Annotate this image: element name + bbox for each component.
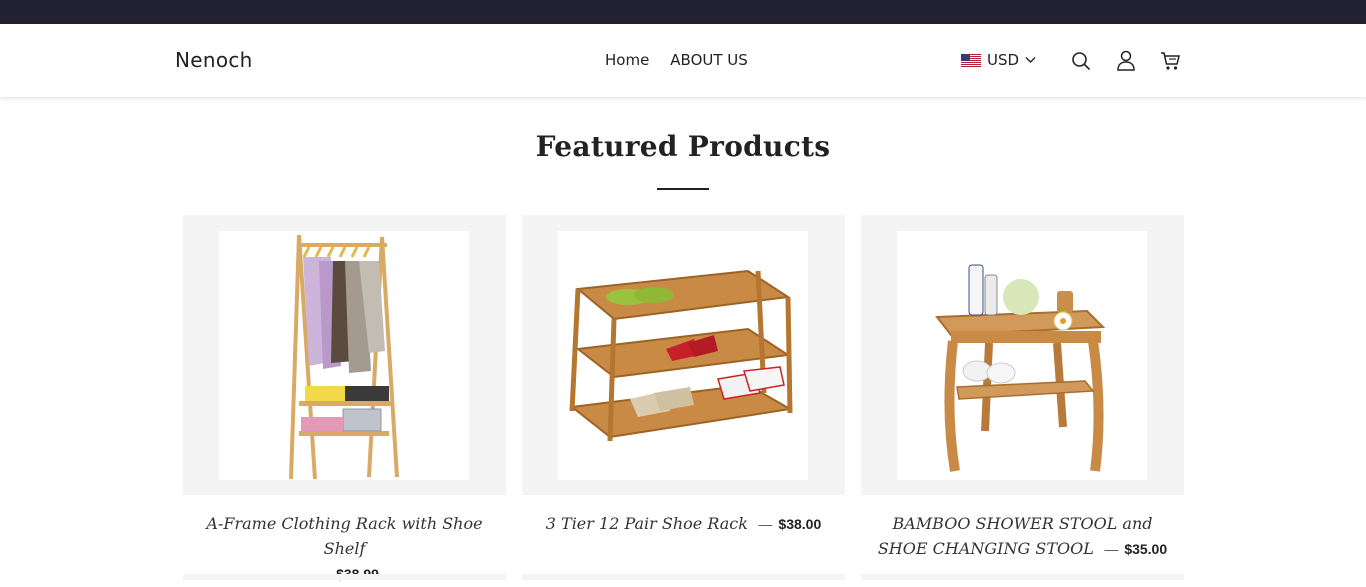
currency-selector[interactable]: USD — [961, 51, 1036, 69]
product-price: $38.00 — [778, 516, 822, 532]
product-card-partial[interactable] — [183, 574, 506, 580]
section-title: Featured Products — [535, 130, 831, 163]
product-price: $35.00 — [1124, 541, 1168, 557]
nav-about-us[interactable]: ABOUT US — [670, 51, 748, 69]
product-card[interactable]: 3 Tier 12 Pair Shoe Rack — $38.00 — [522, 215, 845, 587]
title-divider — [657, 188, 709, 190]
price-separator: — — [758, 516, 773, 532]
main-nav: Home ABOUT US — [605, 51, 748, 69]
nav-home[interactable]: Home — [605, 51, 649, 69]
product-card-partial[interactable] — [861, 574, 1184, 580]
search-icon[interactable] — [1070, 50, 1091, 71]
header-icons — [1070, 50, 1181, 71]
product-title[interactable]: A-Frame Clothing Rack with Shoe Shelf — [206, 514, 482, 558]
product-media[interactable] — [183, 215, 506, 495]
product-info: 3 Tier 12 Pair Shoe Rack — $38.00 — [522, 512, 845, 537]
site-header: Nenoch Home ABOUT US USD — [0, 24, 1366, 98]
currency-label: USD — [987, 51, 1020, 69]
shower-stool-image[interactable] — [897, 231, 1147, 480]
chevron-down-icon — [1025, 57, 1036, 63]
product-info: BAMBOO SHOWER STOOL and SHOE CHANGING ST… — [861, 512, 1184, 562]
next-row-cards — [183, 574, 1184, 580]
product-card[interactable]: A-Frame Clothing Rack with Shoe Shelf —$… — [183, 215, 506, 587]
cart-icon[interactable] — [1160, 50, 1181, 71]
user-icon[interactable] — [1115, 50, 1136, 71]
price-separator: — — [1104, 541, 1119, 557]
product-card[interactable]: BAMBOO SHOWER STOOL and SHOE CHANGING ST… — [861, 215, 1184, 587]
product-title[interactable]: 3 Tier 12 Pair Shoe Rack — [546, 514, 748, 533]
clothing-rack-image[interactable] — [219, 231, 469, 480]
site-logo[interactable]: Nenoch — [175, 48, 253, 72]
product-media[interactable] — [861, 215, 1184, 495]
shoe-rack-image[interactable] — [558, 231, 808, 480]
product-media[interactable] — [522, 215, 845, 495]
product-grid: A-Frame Clothing Rack with Shoe Shelf — $… — [183, 215, 1184, 587]
product-card-partial[interactable] — [522, 574, 845, 580]
us-flag-icon — [961, 53, 981, 67]
announcement-bar — [0, 0, 1366, 24]
